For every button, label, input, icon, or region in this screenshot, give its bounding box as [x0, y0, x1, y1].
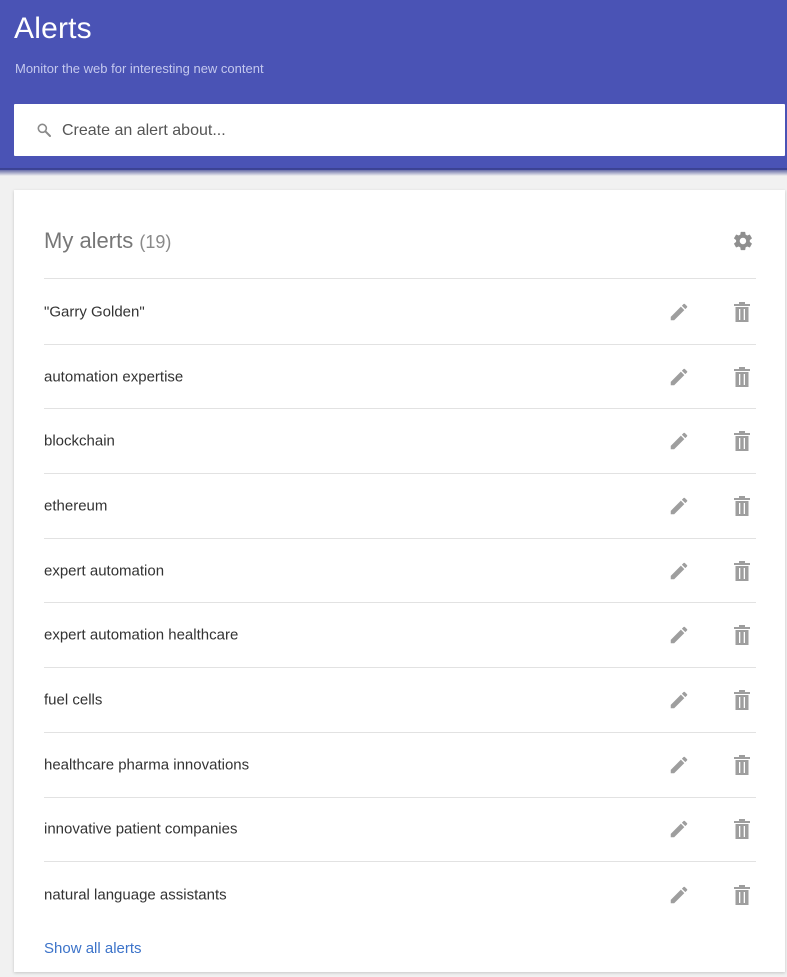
pencil-icon[interactable] [668, 495, 690, 517]
alert-label[interactable]: blockchain [44, 433, 115, 450]
trash-icon[interactable] [734, 754, 750, 775]
alert-label[interactable]: natural language assistants [44, 886, 227, 903]
trash-icon[interactable] [734, 884, 750, 905]
trash-icon[interactable] [734, 366, 750, 387]
pencil-icon[interactable] [668, 430, 690, 452]
list-item: blockchain [44, 409, 756, 475]
alert-label[interactable]: ethereum [44, 497, 107, 514]
pencil-icon[interactable] [668, 818, 690, 840]
pencil-icon[interactable] [668, 689, 690, 711]
gear-icon[interactable] [732, 230, 754, 252]
pencil-icon[interactable] [668, 366, 690, 388]
page-header: Alerts Monitor the web for interesting n… [0, 0, 787, 170]
list-item: natural language assistants [44, 862, 756, 927]
list-item: ethereum [44, 474, 756, 539]
list-item: expert automation healthcare [44, 603, 756, 669]
pencil-icon[interactable] [668, 754, 690, 776]
alert-label[interactable]: fuel cells [44, 691, 102, 708]
trash-icon[interactable] [734, 625, 750, 646]
search-input[interactable] [62, 117, 762, 145]
list-item: fuel cells [44, 668, 756, 733]
pencil-icon[interactable] [668, 301, 690, 323]
list-item: innovative patient companies [44, 798, 756, 863]
pencil-icon[interactable] [668, 884, 690, 906]
alert-label[interactable]: expert automation [44, 562, 164, 579]
page-subtitle: Monitor the web for interesting new cont… [15, 61, 264, 76]
alerts-list: "Garry Golden" automation expertise bloc… [44, 280, 756, 927]
alert-label[interactable]: healthcare pharma innovations [44, 756, 249, 773]
trash-icon[interactable] [734, 495, 750, 516]
list-item: "Garry Golden" [44, 280, 756, 345]
trash-icon[interactable] [734, 431, 750, 452]
pencil-icon[interactable] [668, 624, 690, 646]
search-icon [37, 123, 51, 137]
trash-icon[interactable] [734, 560, 750, 581]
my-alerts-title-text: My alerts [44, 228, 134, 253]
alert-label[interactable]: innovative patient companies [44, 821, 237, 838]
alert-count: (19) [139, 232, 172, 252]
pencil-icon[interactable] [668, 560, 690, 582]
show-all-alerts-link[interactable]: Show all alerts [44, 940, 142, 957]
trash-icon[interactable] [734, 689, 750, 710]
list-item: expert automation [44, 539, 756, 604]
my-alerts-card: My alerts (19) "Garry Golden" automation… [14, 190, 785, 972]
trash-icon[interactable] [734, 301, 750, 322]
page-title: Alerts [14, 12, 92, 45]
list-item: healthcare pharma innovations [44, 733, 756, 798]
trash-icon[interactable] [734, 819, 750, 840]
alert-label[interactable]: expert automation healthcare [44, 627, 238, 644]
header-shadow [0, 168, 787, 176]
my-alerts-title: My alerts (19) [44, 228, 171, 254]
alert-label[interactable]: automation expertise [44, 368, 183, 385]
list-item: automation expertise [44, 345, 756, 410]
card-header: My alerts (19) [44, 190, 756, 279]
search-box[interactable] [14, 104, 785, 156]
alert-label[interactable]: "Garry Golden" [44, 303, 145, 320]
